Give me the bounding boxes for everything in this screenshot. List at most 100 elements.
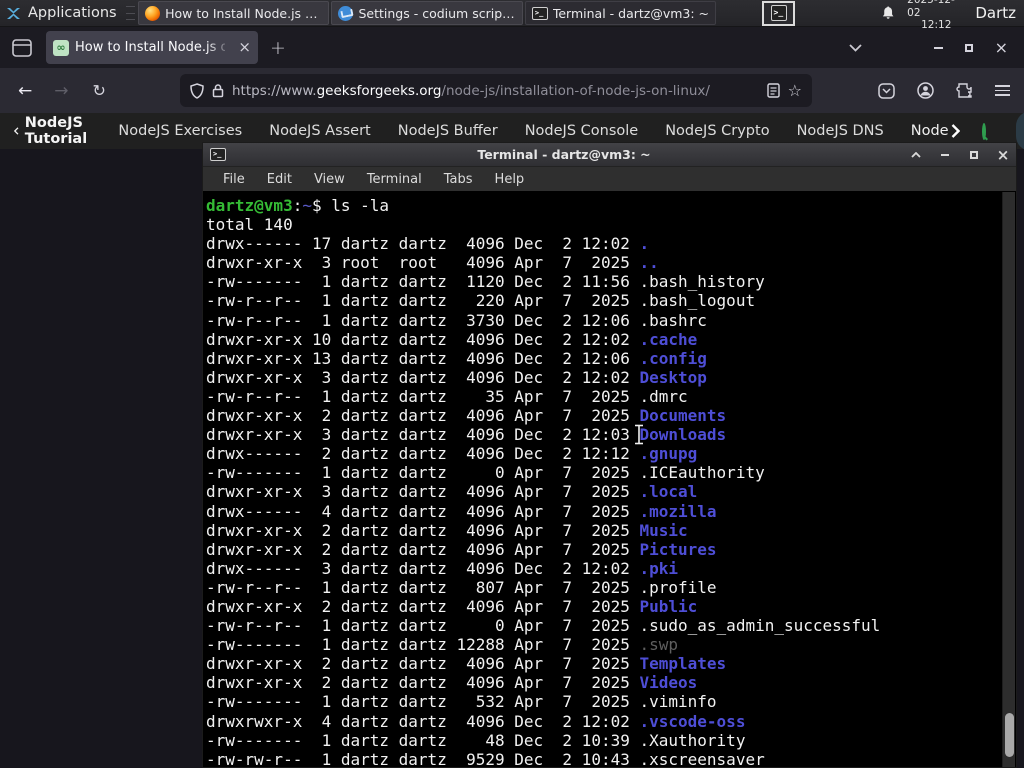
nav-nodejs-dns[interactable]: NodeJS DNS [797,123,884,139]
url-text[interactable]: https://www.geeksforgeeks.org/node-js/in… [232,83,759,99]
terminal-icon: >_ [210,148,226,161]
menu-file[interactable]: File [212,172,256,187]
scrollbar-thumb[interactable] [1005,713,1014,757]
menu-view[interactable]: View [303,172,356,187]
terminal-line: drwx------ 2 dartz dartz 4096 Dec 2 12:1… [206,444,698,464]
terminal-line: drwxr-xr-x 2 dartz dartz 4096 Apr 7 2025… [206,673,698,693]
top-panel: Applications How to Install Node.js o...… [0,0,1024,31]
panel-clock[interactable]: 2025-12-02 12:12 [907,0,965,32]
applications-label: Applications [28,5,117,21]
geeksforgeeks-favicon: ∞ [53,39,69,56]
terminal-line: -rw------- 1 dartz dartz 0 Apr 7 2025 .I… [206,463,765,483]
terminal-line: drwxr-xr-x 2 dartz dartz 4096 Apr 7 2025… [206,520,688,540]
tab-title-fade [206,31,232,64]
terminal-line: drwx------ 4 dartz dartz 4096 Apr 7 2025… [206,501,717,521]
terminal-line: drwxr-xr-x 2 dartz dartz 4096 Apr 7 2025… [206,406,727,426]
panel-user-menu[interactable]: Dartz [975,4,1016,22]
terminal-line: drwxr-xr-x 2 dartz dartz 4096 Apr 7 2025… [206,596,698,616]
close-icon[interactable]: × [997,146,1010,164]
applications-menu-button[interactable]: Applications [0,0,123,27]
url-path: /node-js/installation-of-node-js-on-linu… [441,82,710,99]
minimize-icon[interactable] [933,46,943,49]
menu-hamburger-icon[interactable] [995,85,1010,96]
bookmark-star-icon[interactable]: ☆ [788,81,802,100]
terminal-line: -rw------- 1 dartz dartz 12288 Apr 7 202… [206,635,679,655]
browser-toolbar: ← → ↻ https://www.geeksforgeeks.org/node… [0,68,1024,113]
taskbar-window-label: Settings - codium script... [358,5,516,21]
new-tab-button[interactable]: + [270,37,286,59]
text-cursor-pointer [635,424,643,445]
browser-tab-bar: ∞ How to Install Node.js on × + × [0,27,1024,68]
firefox-view-icon[interactable] [12,38,32,57]
url-bar[interactable]: https://www.geeksforgeeks.org/node-js/in… [180,74,812,107]
minimize-icon[interactable] [939,149,951,161]
lock-icon[interactable] [212,83,224,98]
terminal-icon: >_ [770,5,787,21]
maximize-icon[interactable] [968,149,980,161]
close-icon[interactable]: × [995,39,1008,56]
menu-help[interactable]: Help [484,172,536,187]
terminal-line: -rw-r--r-- 1 dartz dartz 35 Apr 7 2025 .… [206,386,688,406]
account-icon[interactable] [917,82,934,99]
url-scheme: https://www. [232,82,317,99]
nav-nodejs-buffer[interactable]: NodeJS Buffer [398,123,498,139]
menu-tabs[interactable]: Tabs [433,172,484,187]
notification-bell-icon[interactable] [881,5,895,21]
reader-mode-icon[interactable] [766,83,780,98]
back-button[interactable]: ← [18,81,32,101]
tab-close-icon[interactable]: × [238,40,251,55]
menu-terminal[interactable]: Terminal [356,172,433,187]
taskbar-window-label: How to Install Node.js o... [165,5,323,21]
clock-time: 12:12 [921,19,952,32]
panel-separator [125,6,136,20]
nav-nodejs-console[interactable]: NodeJS Console [525,123,639,139]
menu-edit[interactable]: Edit [256,172,303,187]
terminal-line: drwxr-xr-x 3 root root 4096 Apr 7 2025 .… [206,253,659,273]
terminal-scrollbar[interactable] [1002,192,1015,767]
terminal-line: -rw-r--r-- 1 dartz dartz 3730 Dec 2 12:0… [206,310,707,330]
firefox-icon [145,5,161,21]
nav-nodejs-crypto[interactable]: NodeJS Crypto [665,123,769,139]
terminal-window-controls: × [910,146,1010,164]
terminal-output[interactable]: dartz@vm3:~$ ls -la total 140 drwx------ 1… [203,192,1016,767]
maximize-icon[interactable] [964,43,973,52]
nav-nodejs-exercises[interactable]: NodeJS Exercises [118,123,242,139]
terminal-line: dartz@vm3:~$ ls -la [206,196,390,215]
applications-logo-icon [7,7,20,19]
terminal-title-bar[interactable]: >_ Terminal - dartz@vm3: ~ × [203,143,1016,167]
extensions-puzzle-icon[interactable] [956,82,973,99]
terminal-line: drwx------ 3 dartz dartz 4096 Dec 2 12:0… [206,558,679,578]
pocket-save-icon[interactable] [878,82,895,99]
terminal-line: drwxr-xr-x 3 dartz dartz 4096 Apr 7 2025… [206,482,698,502]
chevron-right-icon [951,124,960,138]
taskbar-window-terminal[interactable]: >_ Terminal - dartz@vm3: ~ [524,1,717,25]
forward-button[interactable]: → [54,81,68,101]
codium-icon [338,5,354,21]
nav-nodejs-assert[interactable]: NodeJS Assert [269,123,371,139]
nav-next-scroll[interactable]: Node [911,123,960,139]
terminal-line: drwxr-xr-x 3 dartz dartz 4096 Dec 2 12:0… [206,367,707,387]
tray-focused-app-icon[interactable]: >_ [762,0,795,26]
browser-tab[interactable]: ∞ How to Install Node.js on × [46,31,258,64]
terminal-menu-bar: File Edit View Terminal Tabs Help [203,167,1016,191]
shade-icon[interactable] [910,149,922,161]
terminal-icon: >_ [531,6,548,20]
terminal-line: -rw------- 1 dartz dartz 1120 Dec 2 11:5… [206,272,765,292]
terminal-line: -rw-r--r-- 1 dartz dartz 807 Apr 7 2025 … [206,577,717,597]
browser-window-controls: × [933,39,1008,56]
reload-button[interactable]: ↻ [93,81,106,100]
shield-icon[interactable] [190,82,204,99]
terminal-line: drwxr-xr-x 10 dartz dartz 4096 Dec 2 12:… [206,329,698,349]
terminal-line: total 140 [206,215,293,235]
terminal-line: drwxr-xr-x 3 dartz dartz 4096 Dec 2 12:0… [206,425,727,445]
terminal-line: -rw------- 1 dartz dartz 532 Apr 7 2025 … [206,692,717,712]
list-all-tabs-chevron-icon[interactable] [848,43,862,52]
taskbar-window-label: Terminal - dartz@vm3: ~ [552,5,710,21]
taskbar-window-firefox[interactable]: How to Install Node.js o... [138,1,330,25]
terminal-line: -rw------- 1 dartz dartz 48 Dec 2 10:39 … [206,730,746,750]
terminal-line: -rw-r--r-- 1 dartz dartz 220 Apr 7 2025 … [206,291,756,311]
taskbar-window-codium[interactable]: Settings - codium script... [331,1,523,25]
site-search-icon[interactable] [981,122,986,140]
clock-date: 2025-12-02 [907,0,955,19]
nav-nodejs-tutorial[interactable]: NodeJS Tutorial [14,115,91,147]
